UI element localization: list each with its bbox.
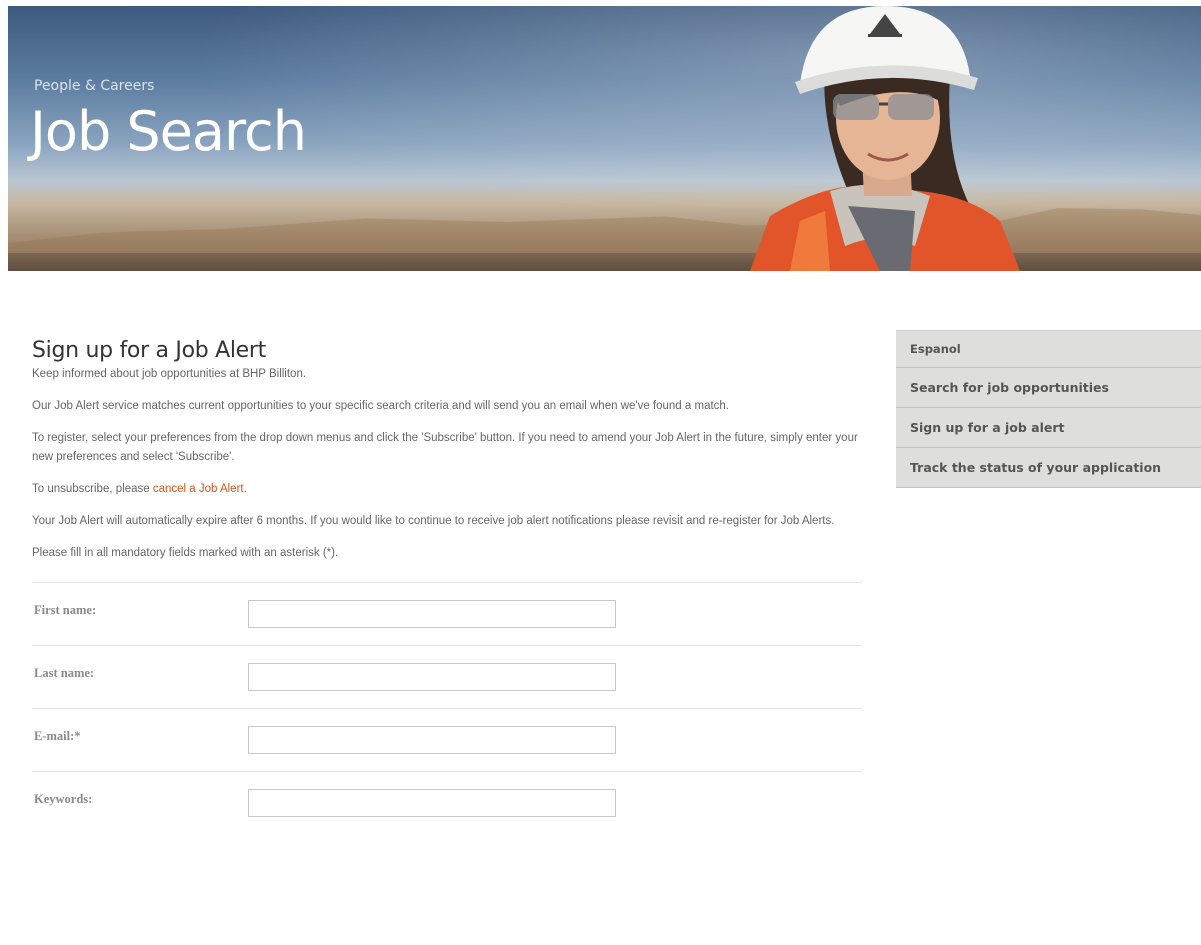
sidebar-nav: Espanol Search for job opportunities Sig…	[896, 330, 1201, 488]
unsubscribe-suffix: .	[243, 483, 247, 495]
banner-title: Job Search	[30, 100, 307, 163]
sidebar-item-espanol[interactable]: Espanol	[896, 331, 1201, 368]
form-row-keywords: Keywords:	[32, 772, 862, 835]
first-name-label: First name:	[34, 603, 97, 617]
main-content: Sign up for a Job Alert Keep informed ab…	[32, 338, 862, 835]
expire-text: Your Job Alert will automatically expire…	[32, 515, 835, 527]
last-name-label: Last name:	[34, 666, 95, 680]
form-row-first-name: First name:	[32, 583, 862, 646]
page-title: Sign up for a Job Alert	[32, 338, 266, 363]
form-row-email: E-mail:*	[32, 709, 862, 772]
last-name-input[interactable]	[248, 663, 616, 691]
form-row-last-name: Last name:	[32, 646, 862, 709]
mandatory-text: Please fill in all mandatory fields mark…	[32, 547, 339, 559]
header-banner: People & Careers Job Search	[8, 6, 1201, 271]
keywords-label: Keywords:	[34, 792, 93, 806]
job-alert-form: First name: Last name: E-mail:* Keywords…	[32, 582, 862, 835]
sidebar-item-job-alert[interactable]: Sign up for a job alert	[896, 408, 1201, 448]
unsubscribe-prefix: To unsubscribe, please	[32, 483, 153, 495]
cancel-job-alert-link[interactable]: cancel a Job Alert	[153, 483, 244, 495]
banner-subtitle: People & Careers	[34, 78, 155, 94]
match-text: Our Job Alert service matches current op…	[32, 400, 730, 412]
email-label: E-mail:*	[34, 729, 81, 743]
register-text: To register, select your preferences fro…	[32, 432, 858, 463]
intro-text: Keep informed about job opportunities at…	[32, 368, 307, 380]
unsubscribe-text: To unsubscribe, please cancel a Job Aler…	[32, 480, 862, 499]
sidebar-item-search-jobs[interactable]: Search for job opportunities	[896, 368, 1201, 408]
sidebar-item-track-application[interactable]: Track the status of your application	[896, 448, 1201, 488]
email-input[interactable]	[248, 726, 616, 754]
first-name-input[interactable]	[248, 600, 616, 628]
worker-photo	[750, 6, 1020, 271]
keywords-input[interactable]	[248, 789, 616, 817]
